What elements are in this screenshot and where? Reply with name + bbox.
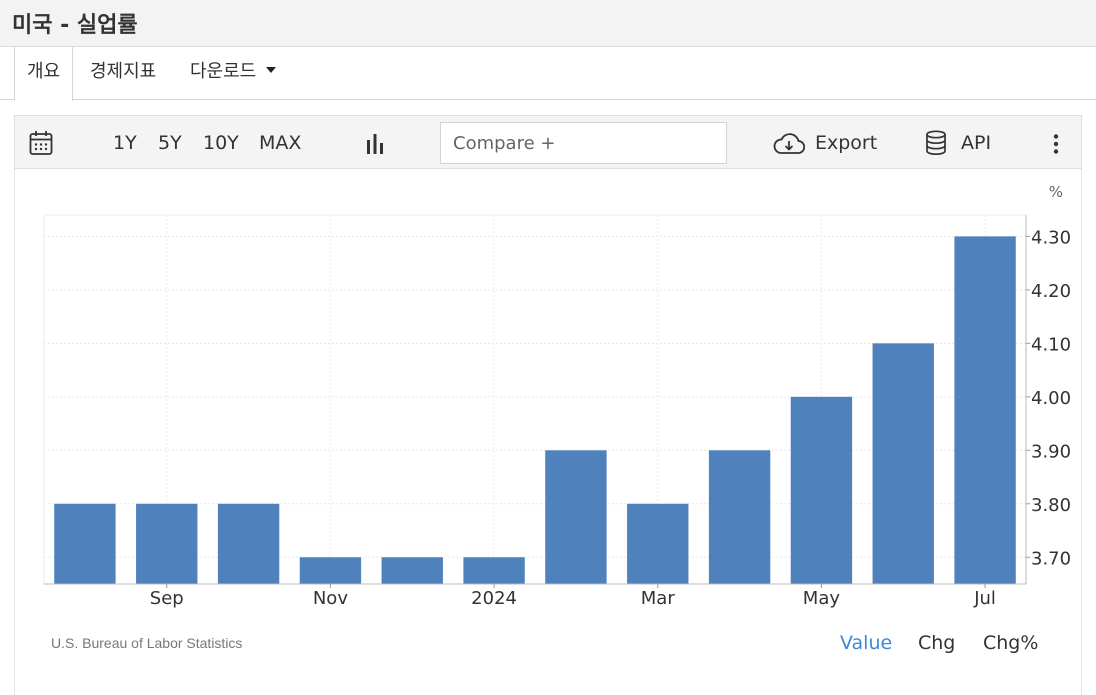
source-label: U.S. Bureau of Labor Statistics [51,635,243,651]
y-tick-label: 3.80 [1031,495,1071,516]
x-tick-label: Sep [150,588,184,609]
bar-feb [545,450,607,584]
bar-mar [627,503,689,584]
x-tick-label: Nov [313,588,348,609]
chg-percent-mode-button[interactable]: Chg% [983,632,1038,654]
bar-2024 [463,557,525,584]
x-tick-label: 2024 [471,588,517,609]
bar-may [790,396,853,584]
bar-apr [708,450,771,584]
unemployment-bar-chart: 3.70 3.80 3.90 4.00 4.10 4.20 4.30% Sep Nov 2024 M… [43,183,1071,609]
value-mode-button[interactable]: Value [840,632,892,654]
y-tick-label: 4.30 [1031,227,1071,248]
bar-aug [54,503,116,584]
bar-nov [299,557,362,584]
y-tick-label: 3.90 [1031,441,1071,462]
x-tick-label: Mar [641,588,676,609]
bar-jul [954,236,1016,585]
chg-mode-button[interactable]: Chg [918,632,955,654]
y-tick-label: 4.20 [1031,281,1071,302]
bar-sep [136,503,198,584]
x-tick-label: May [803,588,841,609]
y-tick-label: 4.00 [1031,388,1071,409]
x-tick-label: Jul [973,588,996,609]
y-axis-unit: % [1049,183,1063,201]
bar-oct [217,503,280,584]
bar-jun [872,343,934,584]
bar-dec [381,557,443,584]
y-tick-label: 3.70 [1031,548,1071,569]
y-tick-label: 4.10 [1031,334,1071,355]
